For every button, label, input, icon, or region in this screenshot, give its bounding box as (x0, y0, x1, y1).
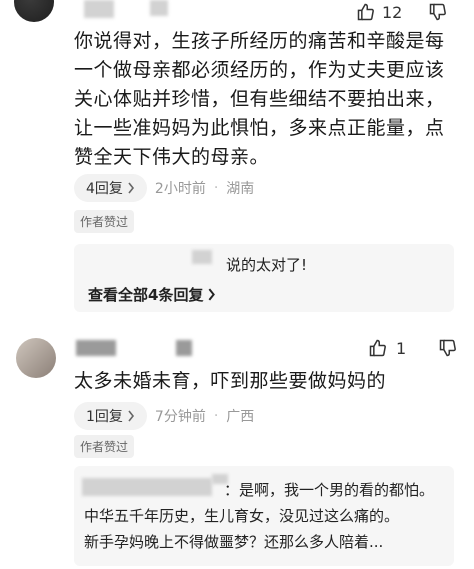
view-all-label: 查看全部4条回复 (88, 286, 204, 304)
comment-text: 你说得对，生孩子所经历的痛苦和辛酸是每一个做母亲都必须经历的，作为丈夫更应该关心… (74, 30, 445, 168)
comment-text: 太多未婚未育，吓到那些要做妈妈的 (74, 370, 387, 392)
reply-line-2: 中华五千年历史，生儿育女，没见过这么痛的。 (84, 507, 400, 525)
reply-preview-box[interactable]: 说的太对了! 查看全部4条回复 (74, 244, 454, 312)
view-all-replies-link[interactable]: 查看全部4条回复 (88, 284, 216, 305)
reply-count: 1回复 (86, 409, 123, 425)
dislike-button[interactable] (428, 2, 448, 22)
comment-time: 2小时前 (154, 181, 206, 197)
reply-count: 4回复 (86, 181, 123, 197)
avatar[interactable] (14, 0, 54, 22)
reply-preview-text: 说的太对了! (226, 256, 308, 274)
chevron-right-icon (209, 288, 216, 301)
username-redacted[interactable] (84, 0, 114, 18)
comment-location: 广西 (226, 409, 255, 425)
like-count: 12 (382, 2, 403, 22)
comment-location: 湖南 (226, 181, 255, 197)
like-button[interactable]: 12 (356, 2, 402, 22)
dislike-button[interactable] (438, 338, 458, 358)
separator: · (213, 408, 219, 424)
comment-meta: 1回复 7分钟前 · 广西 (74, 402, 254, 430)
author-liked-badge: 作者赞过 (74, 210, 135, 233)
reply-line-1: ：是啊，我一个男的看的都怕。 (224, 481, 435, 499)
reply-username-redacted[interactable] (82, 478, 212, 496)
reply-count-button[interactable]: 1回复 (74, 402, 147, 430)
comment-time: 7分钟前 (154, 409, 206, 425)
like-button[interactable]: 1 (368, 338, 406, 358)
separator: · (213, 180, 219, 196)
reply-username-redacted[interactable] (192, 250, 212, 264)
like-count: 1 (396, 338, 407, 358)
reply-count-button[interactable]: 4回复 (74, 174, 147, 202)
thumbs-down-icon (439, 339, 457, 357)
user-tag-redacted (176, 340, 192, 356)
thumbs-up-icon (369, 339, 386, 357)
thumbs-down-icon (430, 3, 447, 21)
comment-actions: 1 (368, 338, 458, 358)
chevron-right-icon (128, 410, 134, 422)
reply-line-3: 新手孕妈晚上不得做噩梦？还那么多人陪着... (84, 533, 384, 551)
thumbs-up-icon (357, 3, 374, 21)
comment-meta: 4回复 2小时前 · 湖南 (74, 174, 254, 202)
chevron-right-icon (128, 182, 134, 194)
avatar[interactable] (16, 338, 56, 378)
reply-preview-box[interactable]: ：是啊，我一个男的看的都怕。 中华五千年历史，生儿育女，没见过这么痛的。 新手孕… (74, 466, 454, 566)
username-redacted[interactable] (76, 340, 116, 356)
comment-actions: 12 (356, 2, 448, 22)
author-liked-badge: 作者赞过 (74, 435, 135, 458)
user-tag-redacted (150, 0, 168, 16)
